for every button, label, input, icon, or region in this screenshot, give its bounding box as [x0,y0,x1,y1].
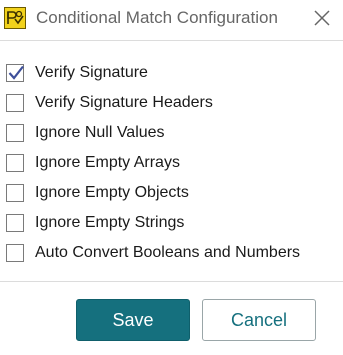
option-label: Ignore Null Values [35,124,165,141]
option-ignore-null-values[interactable]: Ignore Null Values [6,122,165,144]
option-label: Ignore Empty Arrays [35,154,180,171]
close-button[interactable] [310,6,334,30]
dialog-titlebar: Conditional Match Configuration [0,0,343,36]
checkmark-icon [8,65,24,80]
option-verify-signature-headers[interactable]: Verify Signature Headers [6,92,213,114]
checkbox-ignore-empty-objects[interactable] [6,184,24,202]
option-auto-convert[interactable]: Auto Convert Booleans and Numbers [6,242,300,264]
option-verify-signature[interactable]: Verify Signature [6,62,148,84]
option-label: Ignore Empty Strings [35,214,185,231]
cancel-button[interactable]: Cancel [202,299,316,341]
option-ignore-empty-objects[interactable]: Ignore Empty Objects [6,182,189,204]
checkbox-ignore-empty-strings[interactable] [6,214,24,232]
app-logo-icon [4,7,26,29]
option-label: Verify Signature [35,64,148,81]
dialog-title: Conditional Match Configuration [36,8,278,27]
footer-divider [0,281,343,282]
checkbox-ignore-empty-arrays[interactable] [6,154,24,172]
checkbox-auto-convert[interactable] [6,244,24,262]
option-label: Auto Convert Booleans and Numbers [35,244,301,261]
checkbox-verify-signature[interactable] [6,64,24,82]
option-ignore-empty-strings[interactable]: Ignore Empty Strings [6,212,184,234]
option-label: Ignore Empty Objects [35,184,189,201]
close-icon [314,10,330,26]
checkbox-ignore-null-values[interactable] [6,124,24,142]
option-ignore-empty-arrays[interactable]: Ignore Empty Arrays [6,152,180,174]
option-label: Verify Signature Headers [35,94,213,111]
save-button[interactable]: Save [76,299,190,341]
checkbox-verify-signature-headers[interactable] [6,94,24,112]
title-divider [0,40,343,41]
